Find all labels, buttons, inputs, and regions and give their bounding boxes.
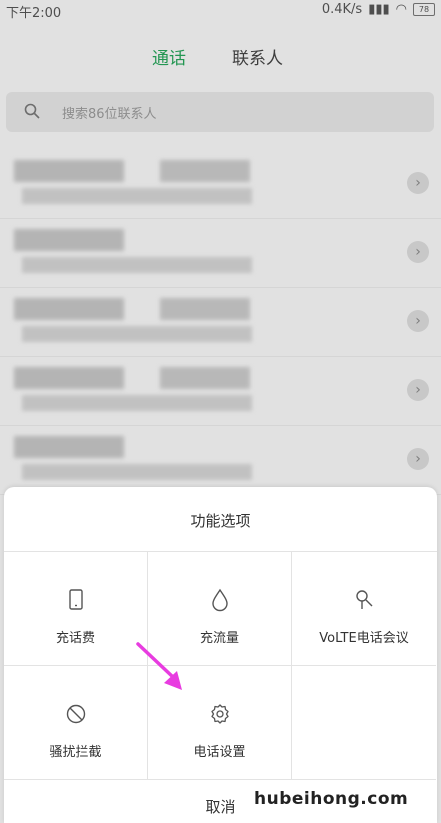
conference-icon (356, 590, 373, 609)
phone-icon (69, 589, 83, 610)
option-label: 电话设置 (193, 745, 246, 760)
option-recharge-credit[interactable]: 充话费 (4, 552, 148, 666)
gear-icon (211, 704, 229, 724)
option-label: VoLTE电话会议 (319, 631, 409, 646)
option-spam-block[interactable]: 骚扰拦截 (4, 666, 148, 780)
options-grid: 充话费 充流量 VoLTE电话会议 骚扰拦截 电话设置 (4, 551, 437, 782)
block-icon (66, 704, 86, 724)
watermark-text: hubeihong.com (254, 789, 409, 809)
option-volte-conference[interactable]: VoLTE电话会议 (292, 552, 436, 666)
phone-screen: 下午2:00 0.4K/s ▮▮▮ ◠ 78 通话 联系人 搜索86位联系人 ›… (0, 0, 441, 823)
options-sheet: 功能选项 充话费 充流量 VoLTE电话会议 骚扰拦截 电话设置 取消 (4, 487, 437, 823)
drop-icon (212, 588, 228, 612)
empty-cell (292, 666, 436, 780)
pointer-arrow-icon (136, 642, 182, 690)
option-label: 骚扰拦截 (49, 745, 102, 760)
sheet-title: 功能选项 (190, 512, 251, 530)
option-label: 充话费 (55, 631, 95, 646)
